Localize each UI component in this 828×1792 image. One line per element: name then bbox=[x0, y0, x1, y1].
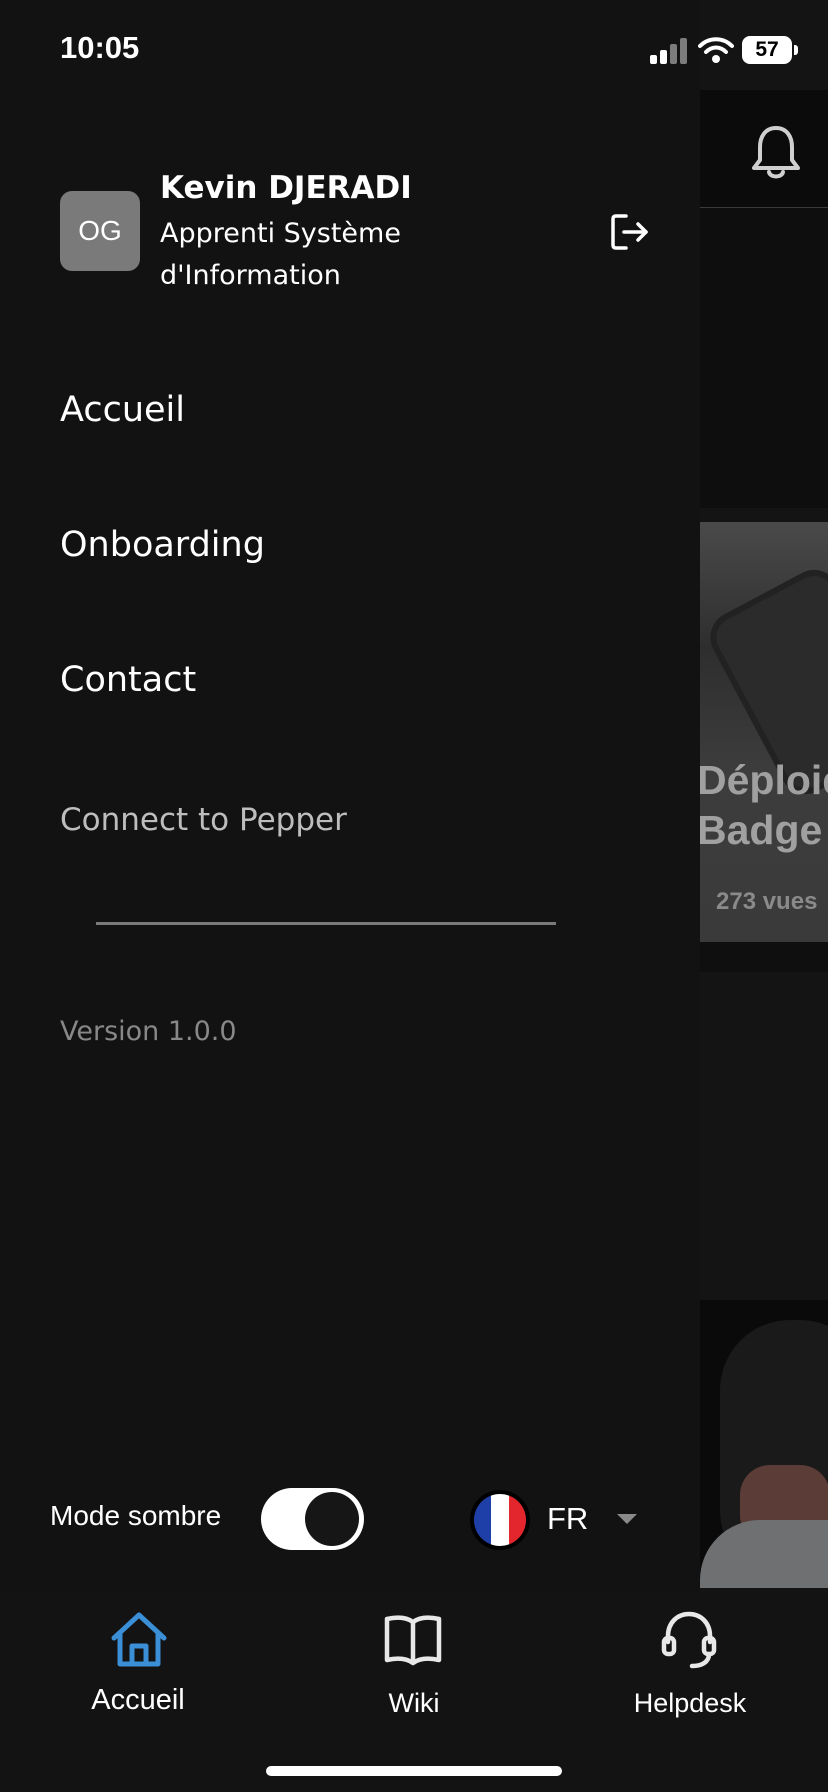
menu-item-contact[interactable]: Contact bbox=[60, 660, 196, 700]
background-article-card[interactable] bbox=[700, 522, 828, 942]
language-selector[interactable]: FR bbox=[547, 1501, 588, 1537]
divider bbox=[96, 922, 556, 925]
headset-icon bbox=[661, 1611, 717, 1669]
menu-item-accueil[interactable]: Accueil bbox=[60, 390, 185, 430]
toggle-knob bbox=[305, 1492, 359, 1546]
signal-icon bbox=[650, 38, 690, 64]
tab-label-wiki: Wiki bbox=[388, 1688, 440, 1718]
book-icon bbox=[384, 1615, 442, 1666]
navigation-drawer: 10:05 57 OG Kevin DJERADI Apprenti Systè… bbox=[0, 0, 798, 1592]
tab-wiki[interactable]: Wiki bbox=[304, 1592, 524, 1732]
dark-mode-label: Mode sombre bbox=[50, 1500, 222, 1531]
wifi-icon bbox=[698, 37, 734, 63]
menu-item-connect-to-pepper[interactable]: Connect to Pepper bbox=[60, 802, 347, 838]
status-time: 10:05 bbox=[60, 30, 140, 65]
background-banner bbox=[700, 208, 828, 508]
background-person-image bbox=[700, 1300, 828, 1588]
chevron-down-icon[interactable] bbox=[617, 1514, 637, 1524]
dark-mode-toggle[interactable] bbox=[261, 1488, 364, 1550]
home-icon bbox=[111, 1612, 167, 1667]
tab-label-helpdesk: Helpdesk bbox=[633, 1688, 747, 1718]
logout-icon[interactable] bbox=[608, 210, 652, 254]
card-title: Déploie Badge bbox=[697, 757, 828, 853]
french-flag-icon[interactable] bbox=[470, 1490, 530, 1550]
tab-helpdesk[interactable]: Helpdesk bbox=[580, 1592, 800, 1732]
avatar[interactable]: OG bbox=[60, 191, 140, 271]
tab-accueil[interactable]: Accueil bbox=[28, 1592, 248, 1732]
menu-item-onboarding[interactable]: Onboarding bbox=[60, 525, 265, 565]
bottom-tab-bar: Accueil Wiki Helpdesk bbox=[0, 1592, 828, 1792]
battery-tip bbox=[794, 45, 798, 55]
card-views: 273 vues bbox=[716, 888, 818, 915]
battery-icon: 57 bbox=[742, 36, 792, 64]
home-indicator[interactable] bbox=[266, 1766, 562, 1776]
version-label: Version 1.0.0 bbox=[60, 1016, 237, 1047]
background-separator bbox=[700, 942, 828, 972]
user-role: Apprenti Système d'Information bbox=[160, 218, 401, 291]
status-icons: 57 bbox=[650, 30, 828, 70]
bell-icon[interactable] bbox=[748, 122, 804, 182]
tab-label-accueil: Accueil bbox=[91, 1684, 185, 1716]
user-name: Kevin DJERADI bbox=[160, 170, 412, 206]
